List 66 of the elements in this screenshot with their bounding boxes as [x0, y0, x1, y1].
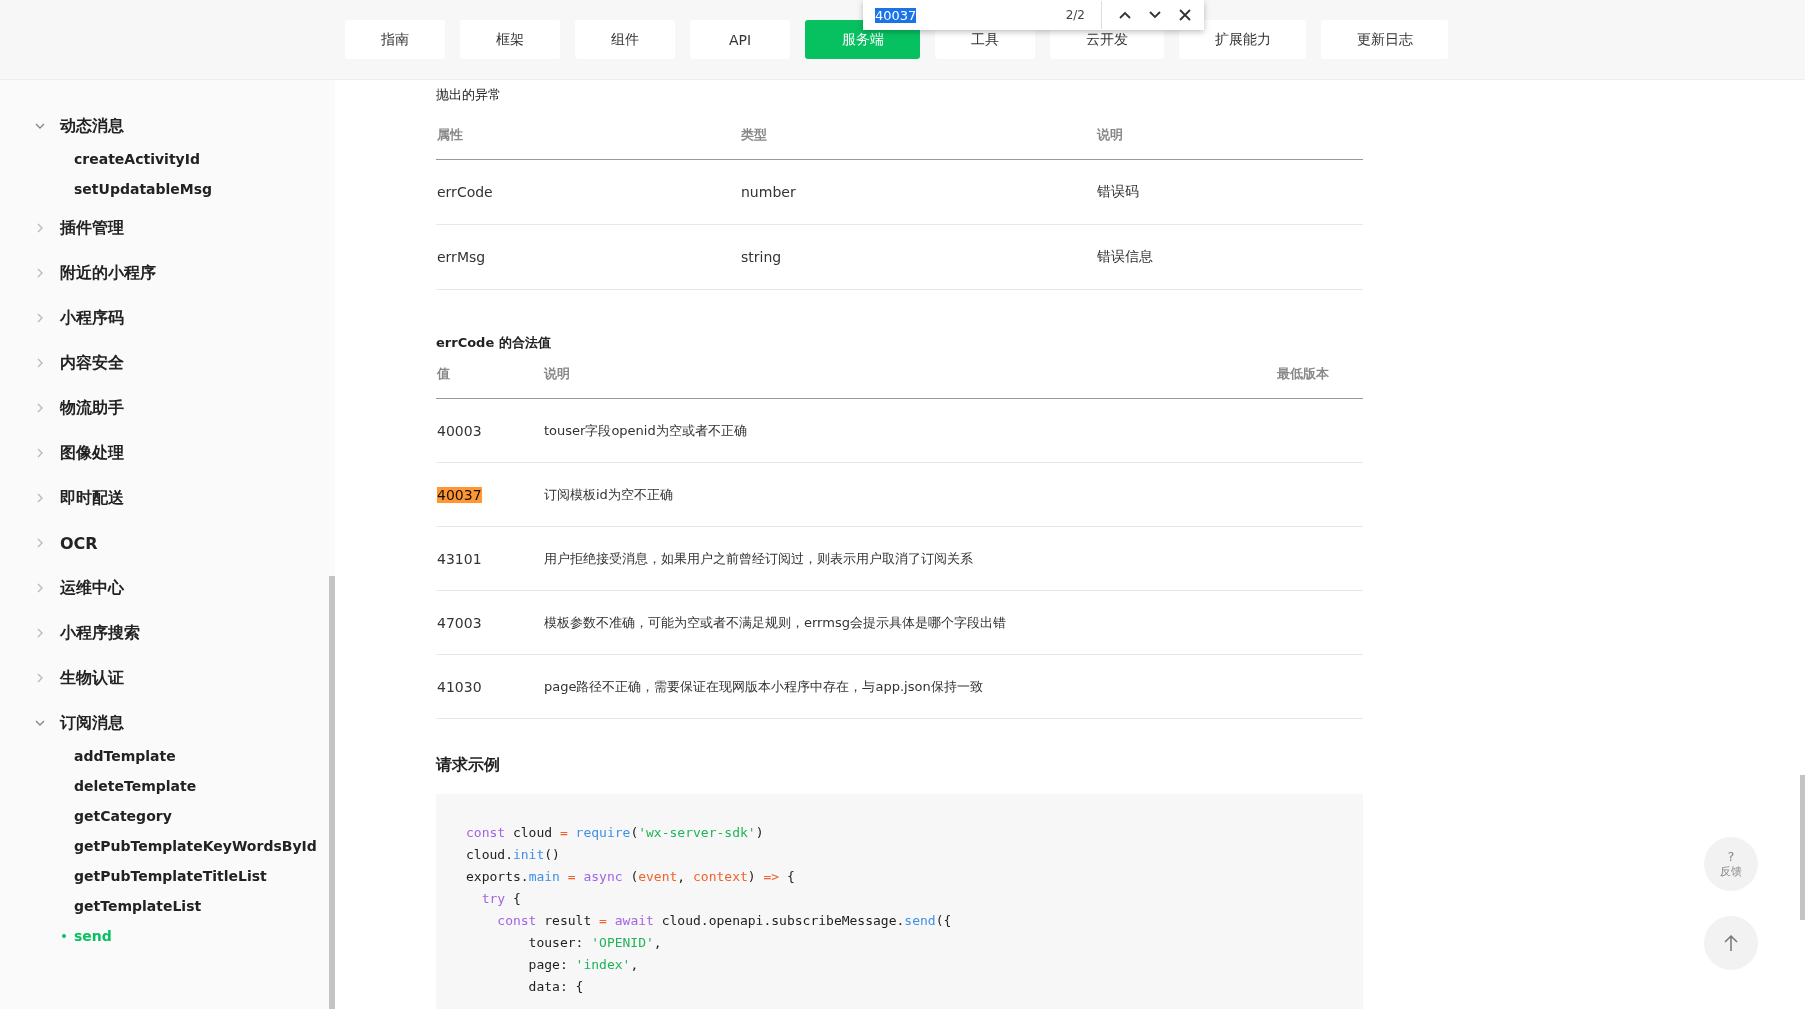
code-line: cloud.init(): [466, 846, 561, 864]
sidebar-item[interactable]: setUpdatableMsg: [0, 174, 329, 204]
table-cell: 错误信息: [1097, 248, 1153, 264]
code-line: exports.main = async (event, context) => {: [466, 868, 796, 886]
column-header: 说明: [543, 350, 1276, 399]
nav-tab[interactable]: 扩展能力: [1179, 20, 1306, 59]
column-header: 类型: [740, 111, 1096, 160]
table-cell: touser字段openid为空或者不正确: [544, 422, 747, 438]
section-title: 请求示例: [436, 755, 501, 776]
code-line: page: 'index',: [527, 956, 640, 974]
sidebar-group[interactable]: 内容安全: [0, 350, 329, 376]
sidebar-group[interactable]: 运维中心: [0, 575, 329, 601]
nav-tab[interactable]: 组件: [575, 20, 675, 59]
sidebar-group[interactable]: 插件管理: [0, 215, 329, 241]
sidebar-group[interactable]: 附近的小程序: [0, 260, 329, 286]
code-line: const cloud = require('wx-server-sdk'): [466, 824, 765, 842]
nav-tab[interactable]: 更新日志: [1321, 20, 1448, 59]
scrollbar[interactable]: [329, 576, 335, 1009]
sidebar-item[interactable]: createActivityId: [0, 144, 329, 174]
code-line: try {: [480, 890, 522, 908]
match-count: 2/2: [1065, 8, 1085, 22]
table-cell: 订阅模板id为空不正确: [544, 486, 673, 502]
code-line: touser: 'OPENID',: [527, 934, 663, 952]
table-cell: 40003: [437, 422, 482, 439]
table-cell: string: [741, 249, 782, 265]
table-cell: 用户拒绝接受消息，如果用户之前曾经订阅过，则表示用户取消了订阅关系: [544, 550, 973, 566]
column-header: 最低版本: [1276, 350, 1363, 399]
sidebar-group[interactable]: 生物认证: [0, 665, 329, 691]
find-field[interactable]: 40037: [875, 7, 1050, 23]
sidebar-group[interactable]: 物流助手: [0, 395, 329, 421]
table-cell: 41030: [437, 678, 482, 695]
table-cell: errMsg: [437, 249, 486, 265]
table-cell: 40037: [437, 486, 482, 503]
column-header: 说明: [1096, 111, 1363, 160]
section-caption: 抛出的异常: [436, 86, 502, 104]
table-cell: number: [741, 184, 796, 200]
column-header: 值: [436, 350, 543, 399]
sidebar-item[interactable]: getPubTemplateKeyWordsById: [0, 831, 329, 861]
sidebar-group[interactable]: OCR: [0, 530, 329, 556]
table-cell: 47003: [437, 614, 482, 631]
sidebar-group[interactable]: 小程序搜索: [0, 620, 329, 646]
code-line: const result = await cloud.openapi.subscribeMessage.send({: [496, 912, 953, 930]
sidebar-group[interactable]: 小程序码: [0, 305, 329, 331]
sidebar-item[interactable]: deleteTemplate: [0, 771, 329, 801]
section-title: errCode 的合法值: [436, 334, 552, 350]
table-cell: page路径不正确，需要保证在现网版本小程序中存在，与app.json保持一致: [544, 678, 983, 694]
table-cell: errCode: [437, 184, 493, 200]
table-cell: 模板参数不准确，可能为空或者不满足规则，errmsg会提示具体是哪个字段出错: [544, 614, 1006, 630]
table-cell: 43101: [437, 550, 482, 567]
nav-tab[interactable]: 框架: [460, 20, 560, 59]
nav-tab[interactable]: API: [690, 20, 790, 59]
sidebar-item[interactable]: getCategory: [0, 801, 329, 831]
sidebar-group[interactable]: 即时配送: [0, 485, 329, 511]
close-icon[interactable]: [1178, 8, 1192, 22]
arrow-up-icon: [1723, 934, 1739, 952]
column-header: 属性: [436, 111, 740, 160]
scrollbar[interactable]: [1800, 775, 1805, 920]
sidebar-item[interactable]: getTemplateList: [0, 891, 329, 921]
sidebar-item[interactable]: getPubTemplateTitleList: [0, 861, 329, 891]
sidebar-group[interactable]: 订阅消息: [0, 710, 329, 736]
sidebar-group[interactable]: 动态消息: [0, 113, 329, 139]
nav-tab[interactable]: 指南: [345, 20, 445, 59]
sidebar-item[interactable]: addTemplate: [0, 741, 329, 771]
table-cell: 错误码: [1097, 183, 1139, 199]
sidebar-group[interactable]: 图像处理: [0, 440, 329, 466]
code-line: data: {: [527, 978, 585, 996]
